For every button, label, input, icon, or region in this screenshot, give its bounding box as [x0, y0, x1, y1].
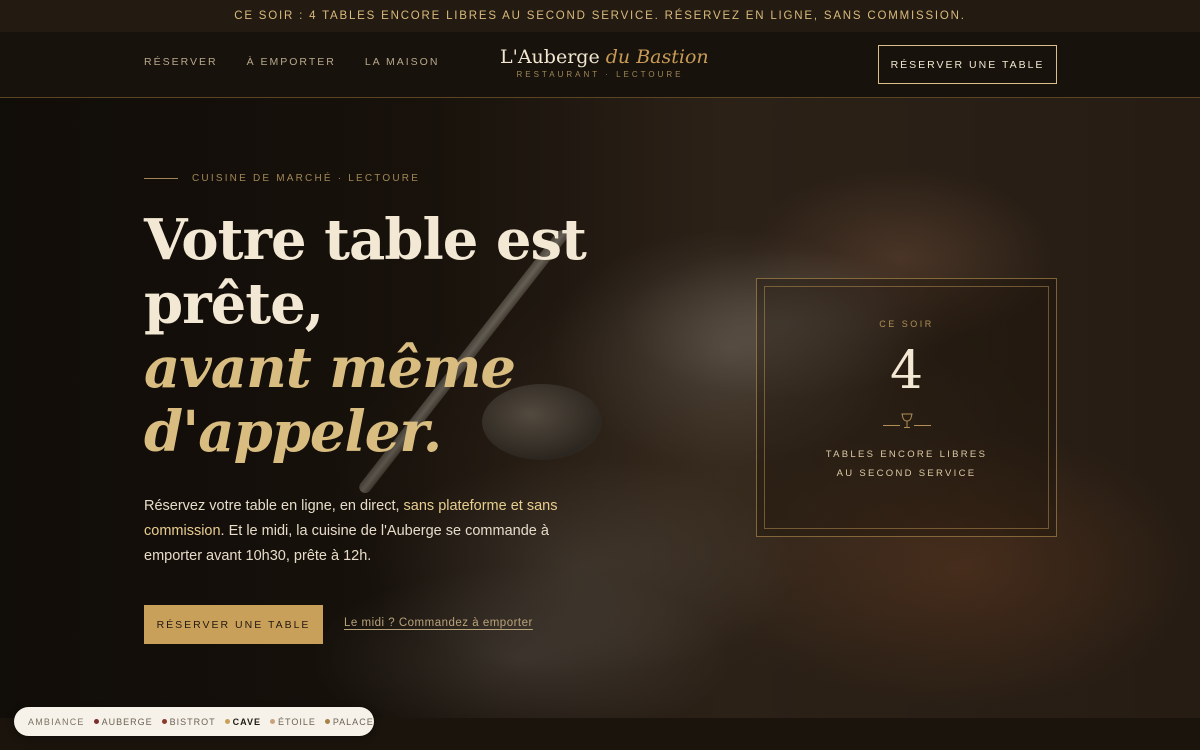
ambiance-color-dot — [269, 719, 275, 724]
nav-links: RÉSERVER À EMPORTER LA MAISON — [144, 56, 439, 68]
eyebrow-rule — [144, 178, 178, 179]
ambiance-option-auberge[interactable]: AUBERGE — [93, 716, 153, 727]
ambiance-color-dot — [161, 719, 167, 724]
brand-logo[interactable]: L'Auberge du Bastion RESTAURANT · LECTOU… — [500, 46, 709, 79]
ambiance-color-dot — [224, 719, 230, 724]
wine-glass-icon — [900, 413, 913, 428]
card-caption-line2: AU SECOND SERVICE — [836, 468, 977, 479]
card-inner-frame: CE SOIR 4 TABLES ENCORE LIBRES AU SECOND… — [764, 286, 1049, 529]
ambiance-option-cave[interactable]: CAVE — [224, 716, 261, 727]
headline-accent: avant même d'appeler. — [144, 335, 516, 465]
announcement-text: CE SOIR : 4 TABLES ENCORE LIBRES AU SECO… — [234, 10, 966, 22]
reserve-table-hero-button[interactable]: RÉSERVER UNE TABLE — [144, 605, 323, 644]
ambiance-option-label: ÉTOILE — [277, 716, 316, 727]
card-caption: TABLES ENCORE LIBRES AU SECOND SERVICE — [765, 445, 1048, 483]
nav-link-a-emporter[interactable]: À EMPORTER — [247, 56, 336, 68]
brand-name: L'Auberge du Bastion — [500, 46, 709, 68]
ambiance-option-label: PALACE — [332, 716, 374, 727]
card-caption-line1: TABLES ENCORE LIBRES — [825, 449, 988, 460]
eyebrow-text: CUISINE DE MARCHÉ · LECTOURE — [192, 173, 421, 184]
hero-description: Réservez votre table en ligne, en direct… — [144, 494, 564, 569]
brand-subtitle: RESTAURANT · LECTOURE — [516, 70, 684, 79]
ambiance-option-label: AUBERGE — [101, 716, 153, 727]
ambiance-option-label: BISTROT — [169, 716, 216, 727]
card-divider — [882, 413, 931, 429]
ambiance-color-dot — [93, 719, 99, 724]
tonight-availability-card: CE SOIR 4 TABLES ENCORE LIBRES AU SECOND… — [756, 278, 1057, 537]
ambiance-switcher: AMBIANCE AUBERGE BISTROT CAVE ÉTOILE PALACE — [14, 707, 374, 736]
headline-main: Votre table est prête, — [144, 207, 587, 337]
ambiance-options: AUBERGE BISTROT CAVE ÉTOILE PALACE — [93, 716, 374, 727]
ambiance-option-label: CAVE — [232, 716, 261, 727]
announcement-bar: CE SOIR : 4 TABLES ENCORE LIBRES AU SECO… — [0, 0, 1200, 32]
nav-link-la-maison[interactable]: LA MAISON — [365, 56, 440, 68]
ambiance-option-bistrot[interactable]: BISTROT — [161, 716, 216, 727]
ambiance-option-étoile[interactable]: ÉTOILE — [269, 716, 316, 727]
ambiance-option-palace[interactable]: PALACE — [324, 716, 374, 727]
card-kicker: CE SOIR — [879, 319, 934, 329]
tables-available-count: 4 — [889, 341, 924, 401]
hero-eyebrow: CUISINE DE MARCHÉ · LECTOURE — [144, 173, 420, 184]
reserve-table-nav-button[interactable]: RÉSERVER UNE TABLE — [878, 45, 1057, 84]
top-navigation: RÉSERVER À EMPORTER LA MAISON L'Auberge … — [0, 32, 1200, 98]
ambiance-color-dot — [324, 719, 330, 724]
hero-headline: Votre table est prête, avant même d'appe… — [144, 208, 614, 464]
takeaway-link[interactable]: Le midi ? Commandez à emporter — [344, 617, 533, 629]
hero-section: CUISINE DE MARCHÉ · LECTOURE Votre table… — [0, 98, 1200, 718]
brand-name-main: L'Auberge — [500, 46, 600, 68]
nav-link-reserver[interactable]: RÉSERVER — [144, 56, 218, 68]
lede-part1: Réservez votre table en ligne, en direct… — [144, 498, 404, 514]
ambiance-label: AMBIANCE — [28, 716, 85, 727]
brand-name-accent: du Bastion — [605, 46, 709, 68]
